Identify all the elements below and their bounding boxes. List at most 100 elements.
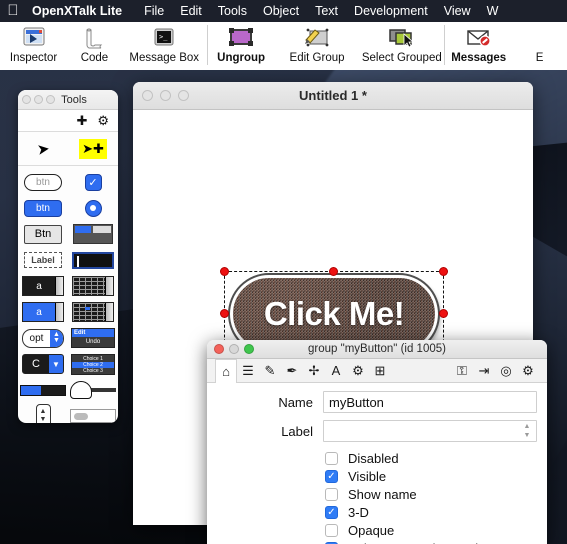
radio-button-tool[interactable] [68, 199, 118, 217]
label-input[interactable]: ▲ ▼ [323, 420, 537, 442]
name-input[interactable]: myButton [323, 391, 537, 413]
toolbar-button-code[interactable]: Code [67, 22, 122, 70]
toolbar-button-select-grouped[interactable]: Select Grouped [359, 22, 444, 70]
toolbar-button-message-box[interactable]: >_ Message Box [122, 22, 207, 70]
three-d-checkbox[interactable]: ✓ [325, 505, 338, 519]
tool-glyph-menu-title: Edit [72, 329, 114, 337]
add-tool-button[interactable]: ✚ [76, 114, 87, 127]
resize-handle-top-right[interactable] [439, 267, 448, 276]
resize-handle-top-left[interactable] [220, 267, 229, 276]
toolbar-button-edit-group[interactable]: Edit Group [275, 22, 360, 70]
menu-button-tool[interactable]: Edit Undo [68, 328, 118, 348]
visible-checkbox[interactable]: ✓ [325, 469, 338, 483]
tool-row: btn [18, 195, 118, 221]
data-grid-tool[interactable] [68, 302, 118, 322]
toolbar-button-extensions[interactable]: E [512, 22, 567, 70]
show-name-checkbox[interactable] [325, 487, 338, 501]
option-menu-tool[interactable]: opt ▲ ▼ [18, 328, 68, 348]
toolbar-button-messages[interactable]: Messages [445, 22, 512, 70]
tool-glyph: C ▼ [22, 354, 64, 374]
show-name-checkbox-row[interactable]: Show name [325, 485, 537, 503]
combo-box-tool[interactable]: C ▼ [18, 354, 68, 374]
edit-pointer-tool[interactable]: ➤✚ [68, 132, 118, 165]
popup-list-tool[interactable]: Choice 1 Choice 2 Choice 3 [68, 353, 118, 375]
menu-item-app-name[interactable]: OpenXTalk Lite [26, 4, 136, 18]
menu-item-development[interactable]: Development [346, 4, 436, 18]
inspector-tab-basic[interactable]: ⌂ [215, 359, 237, 383]
apple-logo-icon[interactable]:  [0, 3, 26, 20]
default-button-tool[interactable]: btn [18, 199, 68, 217]
arrow-move-pointer-icon: ➤✚ [79, 138, 107, 159]
three-d-checkbox-row[interactable]: ✓ 3-D [325, 503, 537, 521]
tools-settings-button[interactable]: ⚙ [97, 114, 109, 127]
resize-handle-top-center[interactable] [329, 267, 338, 276]
tools-palette-titlebar[interactable]: Tools [18, 90, 118, 110]
target-icon[interactable]: ◎ [495, 364, 517, 377]
three-d-checkbox-label: 3-D [348, 504, 369, 520]
tools-palette-window[interactable]: Tools ✚ ⚙ ➤ ➤✚ btn ✓ btn Btn Label a a o… [18, 90, 118, 423]
inspector-tab-position[interactable]: ✢ [303, 364, 325, 377]
visible-checkbox-row[interactable]: ✓ Visible [325, 467, 537, 485]
select-grouped-icon [387, 24, 417, 52]
tool-glyph-menu-item: Undo [85, 339, 101, 345]
zoom-button[interactable] [46, 95, 55, 104]
lock-icon[interactable]: ⚿ [451, 364, 473, 377]
label-stepper[interactable]: ▲ ▼ [521, 422, 533, 440]
menu-item-view[interactable]: View [436, 4, 479, 18]
inspector-titlebar[interactable]: group "myButton" (id 1005) [207, 340, 547, 359]
opaque-checkbox[interactable] [325, 523, 338, 537]
stepper-tool[interactable]: ▲ ▼ [18, 403, 68, 423]
progress-bar-tool[interactable] [18, 384, 68, 396]
tool-glyph [70, 381, 116, 399]
gear-icon[interactable]: ⚙ [517, 364, 539, 377]
table-field-tool[interactable] [68, 276, 118, 296]
inspector-toolbar: ⌂ ☰ ✎ ✒ ✢ A ⚙ ⊞ ⚿ ⇥ ◎ ⚙ [207, 359, 547, 383]
menu-item-object[interactable]: Object [255, 4, 307, 18]
browse-tool[interactable]: ➤ [18, 132, 68, 165]
inspector-tab-icons[interactable]: ⊞ [369, 364, 391, 377]
inspector-window[interactable]: group "myButton" (id 1005) ⌂ ☰ ✎ ✒ ✢ A ⚙… [207, 340, 547, 544]
document-titlebar[interactable]: Untitled 1 * [133, 82, 533, 110]
standard-button-tool[interactable]: Btn [18, 224, 68, 244]
label-field-tool[interactable]: Label [18, 252, 68, 268]
inspector-tab-database[interactable]: ☰ [237, 364, 259, 377]
disabled-checkbox[interactable] [325, 451, 338, 465]
tab-panel-tool[interactable] [68, 224, 118, 244]
visible-checkbox-label: Visible [348, 468, 387, 484]
tool-row: Btn [18, 221, 118, 247]
knob-slider-tool[interactable] [68, 381, 118, 399]
tool-glyph: ✓ [84, 173, 102, 191]
toolbar-button-inspector[interactable]: Inspector [0, 22, 67, 70]
inspector-tab-custom-props[interactable]: ⚙ [347, 364, 369, 377]
rounded-button-tool[interactable]: btn [18, 173, 68, 191]
tool-row: a [18, 273, 118, 299]
menu-item-tools[interactable]: Tools [210, 4, 255, 18]
toolbar-button-ungroup[interactable]: Ungroup [208, 22, 275, 70]
send-to-back-icon[interactable]: ⇥ [473, 364, 495, 377]
opaque-checkbox-row[interactable]: Opaque [325, 521, 537, 539]
resize-handle-middle-left[interactable] [220, 309, 229, 318]
close-button[interactable] [22, 95, 31, 104]
menu-item-window[interactable]: W [479, 4, 507, 18]
select-grouped-controls-checkbox-row[interactable]: ✓ Select grouped controls [325, 539, 537, 544]
slider-tool[interactable] [68, 409, 118, 423]
text-field-tool[interactable] [68, 251, 118, 269]
scrolling-field-tool[interactable]: a [18, 276, 68, 296]
checkbox-tool[interactable]: ✓ [68, 173, 118, 191]
tool-glyph-label: opt [29, 332, 44, 344]
inspector-tab-text[interactable]: A [325, 364, 347, 377]
resize-handle-middle-right[interactable] [439, 309, 448, 318]
scrolling-list-field-tool[interactable]: a [18, 302, 68, 322]
inspector-tab-colors[interactable]: ✎ [259, 364, 281, 377]
menu-item-file[interactable]: File [136, 4, 172, 18]
toolbar-label: Select Grouped [361, 52, 442, 64]
minimize-button[interactable] [34, 95, 43, 104]
menu-item-edit[interactable]: Edit [172, 4, 210, 18]
select-grouped-controls-checkbox-label: Select grouped controls [348, 541, 485, 544]
tool-glyph-choice: Choice 3 [83, 367, 103, 374]
tool-glyph: btn [24, 199, 62, 217]
inspector-tab-patterns[interactable]: ✒ [281, 364, 303, 377]
disabled-checkbox-row[interactable]: Disabled [325, 449, 537, 467]
menu-item-text[interactable]: Text [307, 4, 346, 18]
tool-glyph [70, 409, 116, 423]
